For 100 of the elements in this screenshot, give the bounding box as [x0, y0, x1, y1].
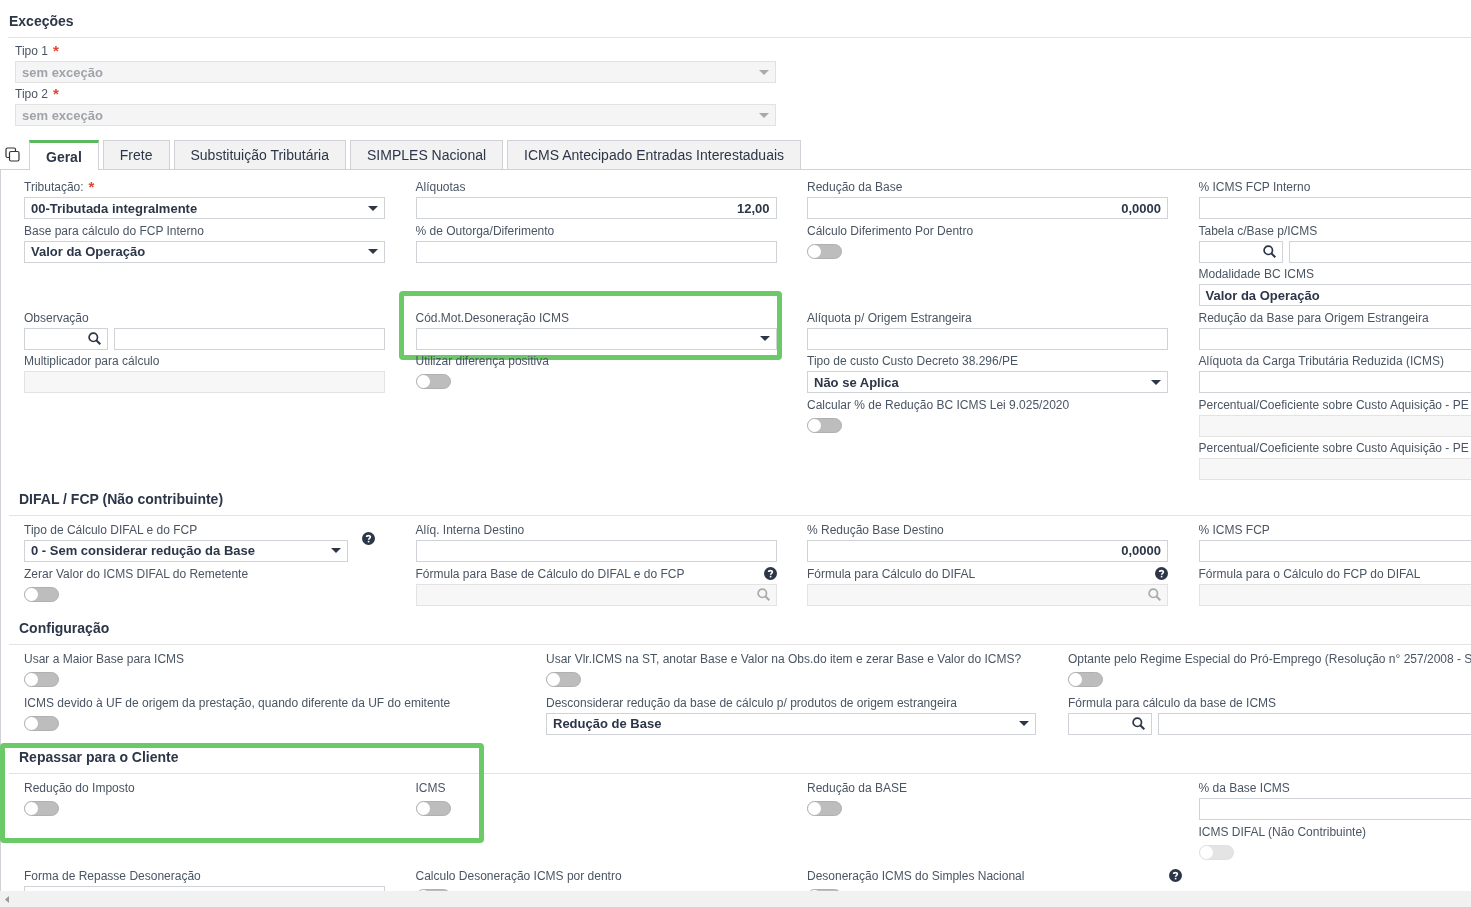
toggle-switch[interactable] [807, 243, 842, 259]
field-label: Tipo 2 [15, 86, 48, 102]
required-mark: * [52, 86, 59, 102]
dropdown[interactable]: Valor da Operação [24, 240, 385, 263]
field-label: Fórmula para Base de Cálculo do DIFAL e do FCP [415, 565, 685, 582]
input-field[interactable] [1198, 327, 1471, 350]
field-label: % ICMS FCP Interno [1198, 179, 1311, 195]
input-field[interactable] [807, 327, 1168, 350]
required-mark: * [52, 43, 59, 59]
field-label: % de Outorga/Diferimento [415, 222, 555, 239]
dropdown[interactable]: Valor da Operação [1198, 284, 1471, 306]
scrollbar[interactable] [0, 891, 1471, 907]
field-label: Calculo Desoneração ICMS por dentro [415, 867, 622, 884]
input-field[interactable] [1198, 197, 1471, 219]
field-label: Cód.Mot.Desoneração ICMS [415, 309, 569, 326]
toggle-switch[interactable] [546, 671, 581, 687]
field-label: Forma de Repasse Desoneração [24, 867, 201, 884]
search-field[interactable] [24, 327, 108, 350]
tab[interactable]: ICMS Antecipado Entradas Interestaduais [507, 140, 802, 169]
search-icon [1132, 717, 1145, 730]
toggle-switch[interactable] [24, 671, 59, 687]
input-field[interactable] [1198, 371, 1471, 393]
field-label: Percentual/Coeficiente sobre Custo Aquisição - PE [1198, 440, 1469, 456]
dropdown[interactable]: 00-Tributada integralmente [24, 197, 385, 219]
tab[interactable]: Frete [102, 140, 170, 169]
input-field[interactable] [415, 240, 777, 263]
section-title: Repassar para o Cliente [19, 748, 179, 765]
input-field[interactable] [415, 539, 777, 562]
field-label: ICMS devido à UF de origem da prestação, quando diferente da UF do emitente [24, 694, 451, 711]
caret-icon [331, 548, 341, 553]
toggle-switch[interactable] [24, 800, 59, 816]
section-title: Configuração [19, 619, 110, 636]
dropdown[interactable]: 0 - Sem considerar redução da Base [24, 539, 348, 562]
input-field[interactable] [1288, 240, 1471, 263]
field-label: Optante pelo Regime Especial do Pró-Emprego (Resolução n° 257/2008 - S [1068, 650, 1471, 667]
input-field[interactable] [1198, 797, 1471, 820]
section-title: DIFAL / FCP (Não contribuinte) [19, 490, 224, 507]
field-label: Alíquota p/ Origem Estrangeira [807, 309, 972, 326]
caret-icon [759, 336, 770, 341]
toggle-switch[interactable] [1068, 671, 1103, 687]
search-icon [756, 588, 770, 601]
search-icon [1148, 588, 1161, 601]
field-label: Observação [24, 309, 89, 326]
caret-icon [1151, 379, 1161, 385]
toggle-switch[interactable] [24, 715, 59, 731]
field-label: Fórmula para o Cálculo do FCP do DIFAL [1198, 565, 1421, 582]
field-label: Calcular % de Redução BC ICMS Lei 9.025/2020 [807, 396, 1070, 413]
caret-icon [368, 205, 378, 211]
field-label: Tabela c/Base p/ICMS [1198, 222, 1318, 239]
field-label: Percentual/Coeficiente sobre Custo Aquisição - PE [1198, 396, 1469, 413]
field-label: Fórmula para cálculo da base de ICMS [1068, 694, 1277, 711]
caret-icon [1019, 721, 1029, 726]
field-label: Alíq. Interna Destino [415, 521, 525, 538]
input-field[interactable] [114, 327, 385, 350]
caret-icon [368, 249, 378, 254]
toggle-switch[interactable] [24, 586, 59, 602]
search-icon [88, 332, 101, 345]
field-label: Alíquotas [415, 179, 466, 195]
field-label: Redução da BASE [807, 779, 908, 796]
dropdown[interactable] [415, 327, 777, 350]
field-label: Tipo de custo Custo Decreto 38.296/PE [807, 353, 1018, 369]
input-field[interactable]: 0,0000 [807, 539, 1168, 562]
search-field[interactable] [1198, 240, 1283, 263]
field-label: Tributação: [24, 179, 84, 195]
field-label: Multiplicador para cálculo [24, 353, 160, 369]
field-label: Usar a Maior Base para ICMS [24, 650, 185, 667]
caret-icon [759, 112, 769, 118]
field-label: Redução da Base [807, 179, 903, 195]
dropdown[interactable]: Não se Aplica [807, 371, 1168, 393]
field-label: Tipo de Cálculo DIFAL e do FCP [24, 521, 198, 538]
input-field[interactable] [1198, 539, 1471, 562]
toggle-switch[interactable] [807, 417, 842, 433]
field-label: Redução do Imposto [24, 779, 135, 796]
input-field[interactable]: 12,00 [415, 197, 777, 219]
copy-icon [5, 147, 20, 162]
field-label: % da Base ICMS [1198, 779, 1290, 796]
tab[interactable]: Substituição Tributária [173, 140, 347, 169]
input-field[interactable]: 0,0000 [807, 197, 1168, 219]
tab[interactable]: Geral [29, 140, 99, 170]
field-label: Fórmula para Cálculo do DIFAL [807, 565, 976, 582]
toggle-switch[interactable] [807, 800, 842, 816]
field-label: Modalidade BC ICMS [1198, 266, 1314, 282]
field-label: ICMS DIFAL (Não Contribuinte) [1198, 823, 1367, 840]
field-label: % ICMS FCP [1198, 521, 1270, 538]
input-field[interactable] [1158, 712, 1471, 735]
field-label: Desoneração ICMS do Simples Nacional [807, 867, 1025, 884]
field-label: Tipo 1 [15, 43, 48, 59]
field-label: Alíquota da Carga Tributária Reduzida (ICMS) [1198, 353, 1444, 369]
field-label: % Redução Base Destino [807, 521, 944, 538]
field-label: ICMS [415, 779, 446, 796]
required-mark: * [88, 179, 95, 195]
toggle-switch[interactable] [415, 800, 451, 816]
scroll-left-arrow-icon[interactable] [5, 895, 9, 903]
dropdown[interactable]: Redução de Base [546, 712, 1036, 735]
field-label: Usar Vlr.ICMS na ST, anotar Base e Valor na Obs.do item e zerar Base e Valor do ICMS? [546, 650, 1022, 667]
search-field[interactable] [1068, 712, 1152, 735]
field-label: Redução da Base para Origem Estrangeira [1198, 309, 1429, 326]
tab[interactable]: SIMPLES Nacional [350, 140, 504, 169]
toggle-switch[interactable] [415, 374, 451, 389]
caret-icon [759, 69, 769, 75]
